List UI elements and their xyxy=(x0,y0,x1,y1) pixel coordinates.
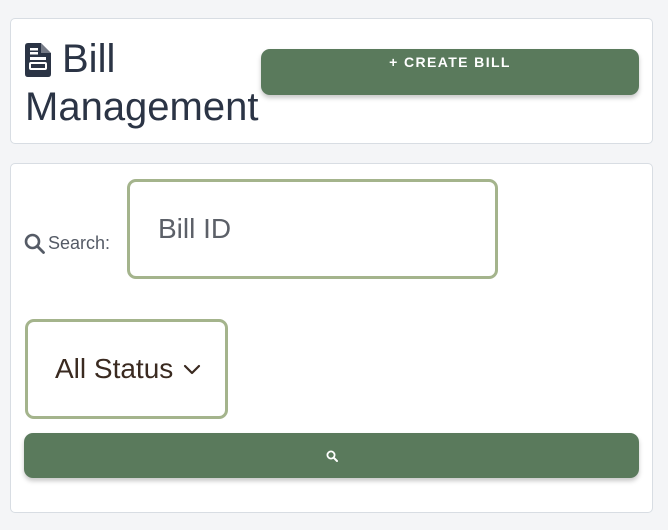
chevron-down-icon xyxy=(184,364,201,375)
header-card: Bill Management + CREATE BILL xyxy=(10,18,653,144)
file-invoice-icon xyxy=(25,43,51,77)
status-select[interactable]: All Status xyxy=(25,319,228,419)
title-line-1: Bill xyxy=(62,37,116,81)
page-title: Bill Management xyxy=(25,35,265,131)
search-button[interactable] xyxy=(24,433,639,478)
search-icon xyxy=(326,450,338,462)
search-label: Search: xyxy=(24,230,110,256)
status-selected-value: All Status xyxy=(55,353,174,384)
title-line-2: Management xyxy=(25,85,259,129)
filter-card: Search: All Status xyxy=(10,163,653,513)
search-label-text: Search: xyxy=(48,232,111,253)
bill-id-search-input[interactable] xyxy=(127,179,498,279)
create-bill-label: + CREATE BILL xyxy=(389,54,511,70)
search-icon xyxy=(24,233,45,254)
create-bill-button[interactable]: + CREATE BILL xyxy=(261,49,639,95)
